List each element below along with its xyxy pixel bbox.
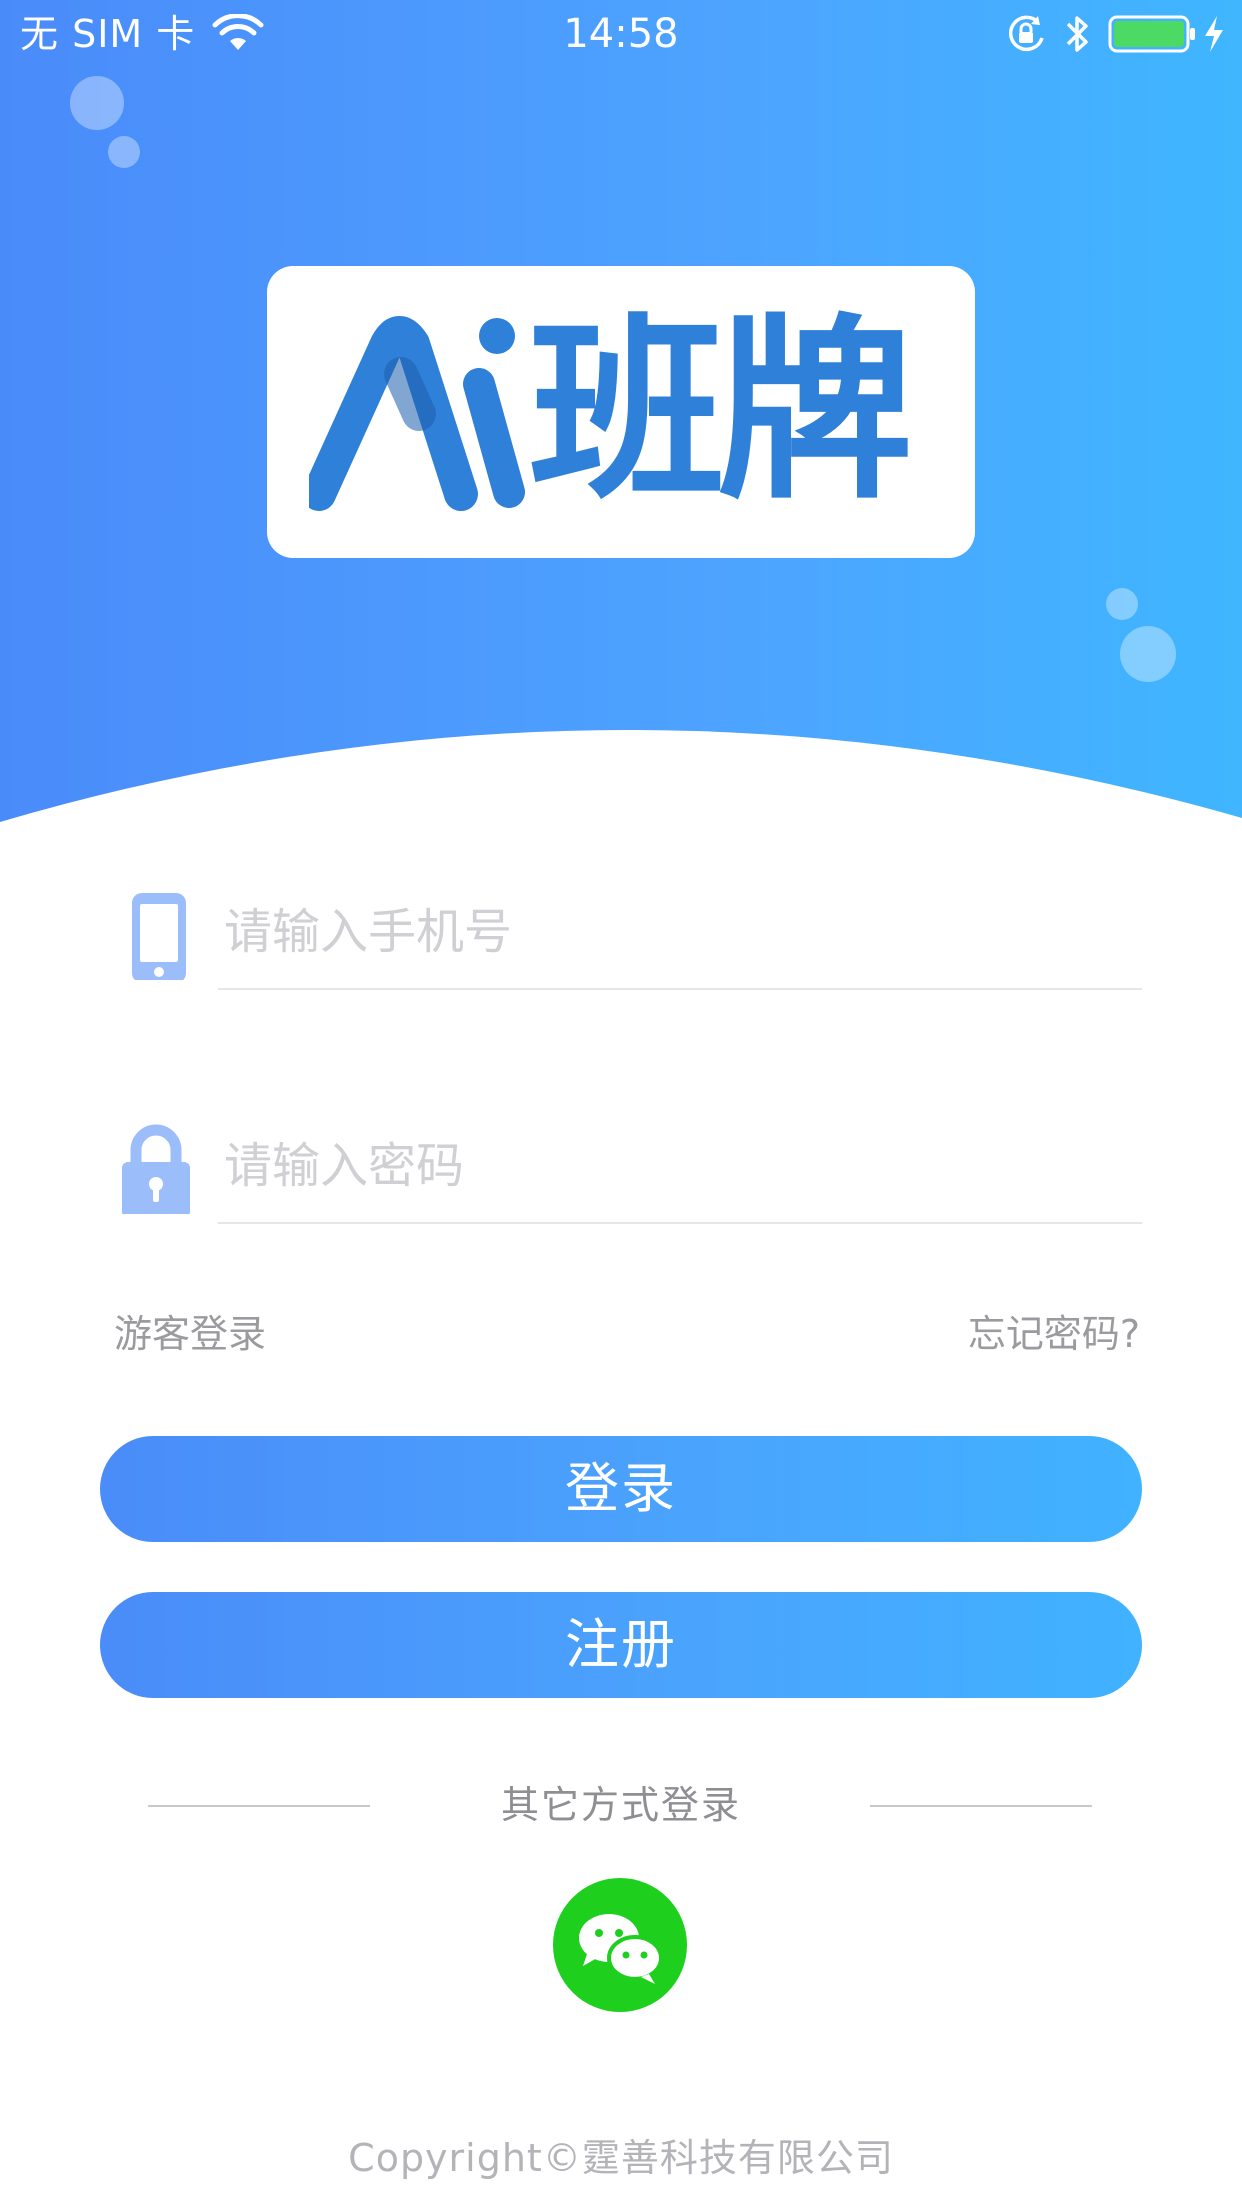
phone-field	[110, 880, 1142, 1000]
charging-icon	[1205, 16, 1223, 52]
phone-input[interactable]	[220, 880, 1142, 984]
password-underline	[218, 1222, 1142, 1224]
register-button[interactable]: 注册	[100, 1592, 1142, 1698]
status-time: 14:58	[563, 11, 679, 57]
divider-line-right	[870, 1805, 1092, 1807]
phone-underline	[218, 988, 1142, 990]
guest-login-link[interactable]: 游客登录	[114, 1310, 266, 1358]
battery-icon	[1108, 15, 1195, 53]
rotation-lock-icon	[1008, 15, 1044, 52]
phone-icon	[132, 893, 186, 980]
password-input[interactable]	[220, 1114, 1142, 1218]
lock-icon	[122, 1124, 190, 1214]
bluetooth-icon	[1066, 16, 1088, 52]
copyright-text: Copyright©霆善科技有限公司	[348, 2136, 894, 2180]
wechat-login-button[interactable]	[553, 1878, 687, 2012]
password-field	[110, 1114, 1142, 1234]
logo-ai-mark	[309, 316, 525, 511]
status-bar: 无 SIM 卡 14:58	[0, 0, 1242, 68]
app-logo: 班牌	[267, 266, 975, 558]
other-login-divider: 其它方式登录	[0, 1780, 1242, 1830]
wechat-icon	[579, 1914, 663, 1984]
login-button[interactable]: 登录	[100, 1436, 1142, 1542]
forgot-password-link[interactable]: 忘记密码?	[968, 1310, 1140, 1358]
logo-title: 班牌	[529, 298, 913, 526]
